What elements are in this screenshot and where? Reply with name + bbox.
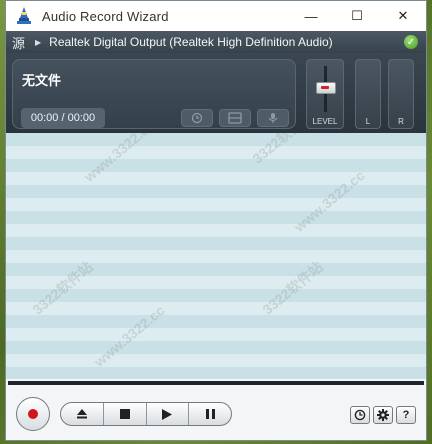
clock-icon [354,409,366,421]
source-device[interactable]: Realtek Digital Output (Realtek High Def… [49,35,332,49]
app-window: Audio Record Wizard — ☐ ✕ 源 ▶ Realtek Di… [5,0,427,441]
title-bar[interactable]: Audio Record Wizard — ☐ ✕ [6,1,426,31]
mic-settings-button[interactable] [257,109,289,127]
green-check-icon: ✓ [404,35,418,49]
app-icon [17,7,31,24]
file-display: 无文件 00:00 / 00:00 [12,59,296,129]
eject-icon [76,409,87,419]
recording-list[interactable]: www.3322.cc 3322软件站 www.3322.cc 3322软件站 … [6,133,426,379]
left-meter: L [355,59,381,129]
watermark: 3322软件站 [29,258,96,318]
watermark: 3322软件站 [259,258,326,318]
watermark: www.3322.cc [290,167,368,235]
play-icon [162,408,173,420]
watermark: www.3322.cc [90,302,168,370]
level-knob[interactable] [316,82,336,94]
window-button[interactable] [219,109,251,127]
control-bar: ? [6,387,426,440]
window-title: Audio Record Wizard [42,8,169,24]
left-meter-label: L [365,117,371,126]
window-controls: — ☐ ✕ [288,1,426,31]
schedule-button[interactable] [181,109,213,127]
window-icon [228,112,242,124]
level-label: LEVEL [312,117,338,126]
schedule-icon [191,112,203,124]
eject-button[interactable] [61,403,104,425]
help-button[interactable]: ? [396,406,416,424]
gear-icon [377,409,389,421]
play-button[interactable] [147,403,190,425]
pause-icon [205,409,215,419]
time-readout: 00:00 / 00:00 [21,108,105,128]
file-name: 无文件 [22,73,62,88]
pause-button[interactable] [189,403,231,425]
stop-button[interactable] [104,403,147,425]
level-slider[interactable]: LEVEL [306,59,344,129]
source-label: 源 [12,35,26,51]
record-button[interactable] [16,397,50,431]
watermark: 3322软件站 [249,133,316,167]
source-arrow-icon[interactable]: ▶ [35,38,41,47]
right-meter-label: R [398,117,404,126]
help-icon: ? [402,409,410,421]
watermark: www.3322.cc [80,133,158,185]
source-bar[interactable]: 源 ▶ Realtek Digital Output (Realtek High… [6,31,426,53]
progress-bar[interactable] [8,381,424,385]
schedule-clock-button[interactable] [350,406,370,424]
display-header: 无文件 00:00 / 00:00 LEVEL L R [6,53,426,133]
transport-controls [60,402,232,426]
right-meter: R [388,59,414,129]
settings-button[interactable] [373,406,393,424]
minimize-button[interactable]: — [288,1,334,31]
maximize-button[interactable]: ☐ [334,1,380,31]
stop-icon [119,409,130,419]
close-button[interactable]: ✕ [380,1,426,31]
mic-settings-icon [268,113,278,123]
record-icon [28,409,38,419]
